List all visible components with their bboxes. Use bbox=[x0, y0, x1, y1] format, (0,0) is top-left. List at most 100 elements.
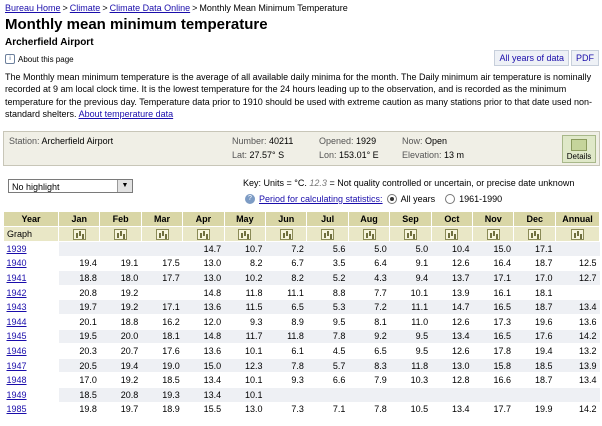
year-link[interactable]: 1942 bbox=[7, 288, 27, 298]
value-cell bbox=[513, 387, 556, 403]
header-row: Year Jan Feb Mar Apr May Jun Jul Aug Sep Oct Nov Dec… bbox=[3, 211, 600, 227]
year-link[interactable]: 1944 bbox=[7, 317, 27, 327]
value-cell bbox=[555, 387, 600, 403]
column-header: May bbox=[223, 211, 267, 227]
radio-all-years-label: All years bbox=[400, 194, 436, 204]
year-link[interactable]: 1939 bbox=[7, 244, 27, 254]
bar-chart-icon[interactable] bbox=[321, 228, 335, 240]
value-cell: 20.3 bbox=[58, 343, 100, 359]
value-cell: 19.2 bbox=[99, 285, 142, 301]
value-cell: 20.1 bbox=[58, 314, 100, 330]
graph-row: Graph bbox=[3, 226, 600, 242]
value-cell: 14.2 bbox=[555, 329, 600, 345]
bar-chart-icon[interactable] bbox=[445, 228, 459, 240]
period-link[interactable]: Period for calculating statistics: bbox=[259, 194, 383, 204]
value-cell: 4.3 bbox=[348, 270, 390, 286]
value-cell: 11.5 bbox=[224, 299, 266, 315]
info-icon: i bbox=[5, 54, 15, 64]
value-cell: 12.3 bbox=[224, 358, 266, 374]
value-cell: 16.4 bbox=[472, 256, 514, 272]
value-cell: 11.8 bbox=[265, 329, 307, 345]
year-link[interactable]: 1940 bbox=[7, 258, 27, 268]
breadcrumb-cdo-link[interactable]: Climate Data Online bbox=[110, 3, 191, 13]
radio-all-years[interactable] bbox=[386, 194, 397, 204]
value-cell: 6.7 bbox=[265, 256, 307, 272]
year-cell: 1985 bbox=[3, 402, 59, 418]
chevron-down-icon[interactable]: ▼ bbox=[117, 180, 132, 192]
year-link[interactable]: 1941 bbox=[7, 273, 27, 283]
table-row: 1946 20.3 20.7 17.6 13.6 10.1 6.1 4.5 6.5 9.5 12.6… bbox=[3, 343, 600, 359]
bar-chart-icon[interactable] bbox=[403, 228, 417, 240]
opened-field: Opened: 1929 bbox=[319, 136, 377, 146]
value-cell: 13.9 bbox=[431, 285, 473, 301]
value-cell: 20.8 bbox=[58, 285, 100, 301]
value-cell: 6.4 bbox=[348, 256, 390, 272]
bar-chart-icon[interactable] bbox=[362, 228, 376, 240]
value-cell: 17.1 bbox=[513, 241, 556, 257]
value-cell: 13.6 bbox=[182, 343, 225, 359]
value-cell bbox=[99, 241, 142, 257]
year-link[interactable]: 1949 bbox=[7, 390, 27, 400]
bar-chart-icon[interactable] bbox=[571, 228, 584, 240]
bar-chart-icon[interactable] bbox=[486, 228, 500, 240]
graph-cell bbox=[99, 226, 142, 242]
breadcrumb-home-link[interactable]: Bureau Home bbox=[5, 3, 61, 13]
details-label: Details bbox=[566, 152, 592, 161]
value-cell: 5.0 bbox=[389, 241, 432, 257]
value-cell: 18.5 bbox=[58, 387, 100, 403]
value-cell: 13.4 bbox=[431, 402, 473, 418]
year-link[interactable]: 1945 bbox=[7, 331, 27, 341]
bar-chart-icon[interactable] bbox=[238, 228, 252, 240]
column-header: Jan bbox=[57, 211, 101, 227]
about-temperature-link[interactable]: About temperature data bbox=[79, 109, 174, 119]
tab-all-years[interactable]: All years of data bbox=[494, 50, 569, 66]
about-page[interactable]: i About this page bbox=[5, 54, 74, 64]
value-cell: 7.3 bbox=[265, 402, 307, 418]
highlight-select[interactable]: No highlight ▼ bbox=[8, 179, 133, 193]
value-cell: 18.8 bbox=[58, 270, 100, 286]
year-link[interactable]: 1947 bbox=[7, 361, 27, 371]
tab-pdf[interactable]: PDF bbox=[571, 50, 599, 66]
details-button[interactable]: Details bbox=[562, 135, 596, 163]
value-cell: 19.3 bbox=[141, 387, 183, 403]
table-body: 1939 14.7 10.7 7.2 5.6 5.0 5.0 10.4 15.0 17.1 1940… bbox=[3, 241, 600, 418]
value-cell: 15.5 bbox=[182, 402, 225, 418]
about-page-link[interactable]: About this page bbox=[18, 55, 74, 64]
radio-1961-1990-label: 1961-1990 bbox=[459, 194, 503, 204]
year-link[interactable]: 1943 bbox=[7, 302, 27, 312]
year-link[interactable]: 1985 bbox=[7, 404, 27, 414]
value-cell: 13.4 bbox=[182, 372, 225, 388]
value-cell: 19.9 bbox=[513, 402, 556, 418]
value-cell: 17.7 bbox=[141, 270, 183, 286]
value-cell: 17.1 bbox=[141, 299, 183, 315]
bar-chart-icon[interactable] bbox=[279, 228, 293, 240]
help-icon[interactable]: ? bbox=[245, 194, 255, 204]
graph-cell bbox=[306, 226, 349, 242]
controls-bar: No highlight ▼ Key: Units = °C. 12.3 = N… bbox=[3, 173, 600, 209]
value-cell: 20.8 bbox=[99, 387, 142, 403]
value-cell: 13.0 bbox=[431, 358, 473, 374]
breadcrumb-climate-link[interactable]: Climate bbox=[70, 3, 101, 13]
value-cell bbox=[431, 387, 473, 403]
bar-chart-icon[interactable] bbox=[528, 228, 542, 240]
value-cell: 4.5 bbox=[306, 343, 349, 359]
bar-chart-icon[interactable] bbox=[155, 228, 169, 240]
year-link[interactable]: 1946 bbox=[7, 346, 27, 356]
value-cell: 17.0 bbox=[58, 372, 100, 388]
value-cell: 19.5 bbox=[58, 329, 100, 345]
year-cell: 1945 bbox=[3, 329, 59, 345]
value-cell: 7.7 bbox=[348, 285, 390, 301]
value-cell: 13.4 bbox=[431, 329, 473, 345]
year-link[interactable]: 1948 bbox=[7, 375, 27, 385]
year-cell: 1942 bbox=[3, 285, 59, 301]
year-cell: 1946 bbox=[3, 343, 59, 359]
value-cell: 9.5 bbox=[306, 314, 349, 330]
bar-chart-icon[interactable] bbox=[72, 228, 86, 240]
column-header: Jun bbox=[265, 211, 308, 227]
graph-cell bbox=[140, 226, 184, 242]
radio-1961-1990[interactable] bbox=[445, 194, 456, 204]
bar-chart-icon[interactable] bbox=[196, 228, 210, 240]
bar-chart-icon[interactable] bbox=[114, 228, 128, 240]
value-cell: 18.1 bbox=[513, 285, 556, 301]
value-cell: 9.5 bbox=[389, 343, 432, 359]
